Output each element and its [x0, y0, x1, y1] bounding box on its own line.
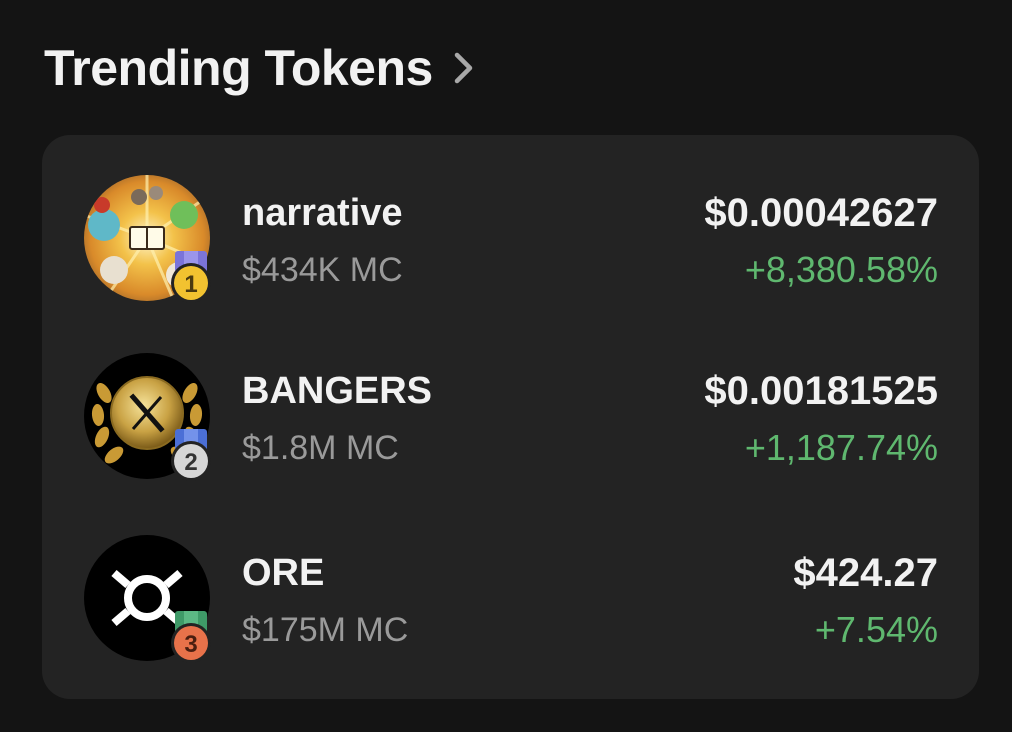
bronze-medal-icon: 3 — [168, 609, 214, 665]
token-name: ORE — [242, 552, 325, 594]
token-name: narrative — [242, 192, 403, 234]
token-change: +7.54% — [814, 609, 938, 650]
token-change: +1,187.74% — [744, 427, 938, 468]
token-avatar-wrap: 2 — [84, 353, 212, 481]
token-row-narrative[interactable]: 1 narrative $434K MC $0.00042627 +8,380.… — [42, 175, 979, 311]
token-change: +8,380.58% — [744, 249, 938, 290]
token-price: $0.00042627 — [704, 191, 938, 235]
trending-tokens-list: 1 narrative $434K MC $0.00042627 +8,380.… — [42, 135, 979, 699]
page-title: Trending Tokens — [44, 40, 433, 96]
rank-number: 1 — [184, 271, 197, 298]
token-market-cap: $434K MC — [242, 251, 403, 289]
token-price: $0.00181525 — [704, 369, 938, 413]
token-market-cap: $175M MC — [242, 611, 409, 649]
token-price: $424.27 — [793, 551, 938, 595]
chevron-right-icon[interactable] — [451, 50, 477, 86]
rank-number: 3 — [184, 631, 197, 658]
trending-tokens-screen: Trending Tokens 1 narrative $434K MC $0.… — [0, 0, 1012, 732]
silver-medal-icon: 2 — [168, 427, 214, 483]
token-row-bangers[interactable]: 2 BANGERS $1.8M MC $0.00181525 +1,187.74… — [42, 353, 979, 489]
token-avatar-wrap: 3 — [84, 535, 212, 663]
token-row-ore[interactable]: 3 ORE $175M MC $424.27 +7.54% — [42, 535, 979, 671]
trending-tokens-header[interactable]: Trending Tokens — [44, 36, 477, 100]
rank-number: 2 — [184, 449, 197, 476]
token-market-cap: $1.8M MC — [242, 429, 399, 467]
gold-medal-icon: 1 — [168, 249, 214, 305]
token-name: BANGERS — [242, 370, 433, 412]
token-avatar-wrap: 1 — [84, 175, 212, 303]
